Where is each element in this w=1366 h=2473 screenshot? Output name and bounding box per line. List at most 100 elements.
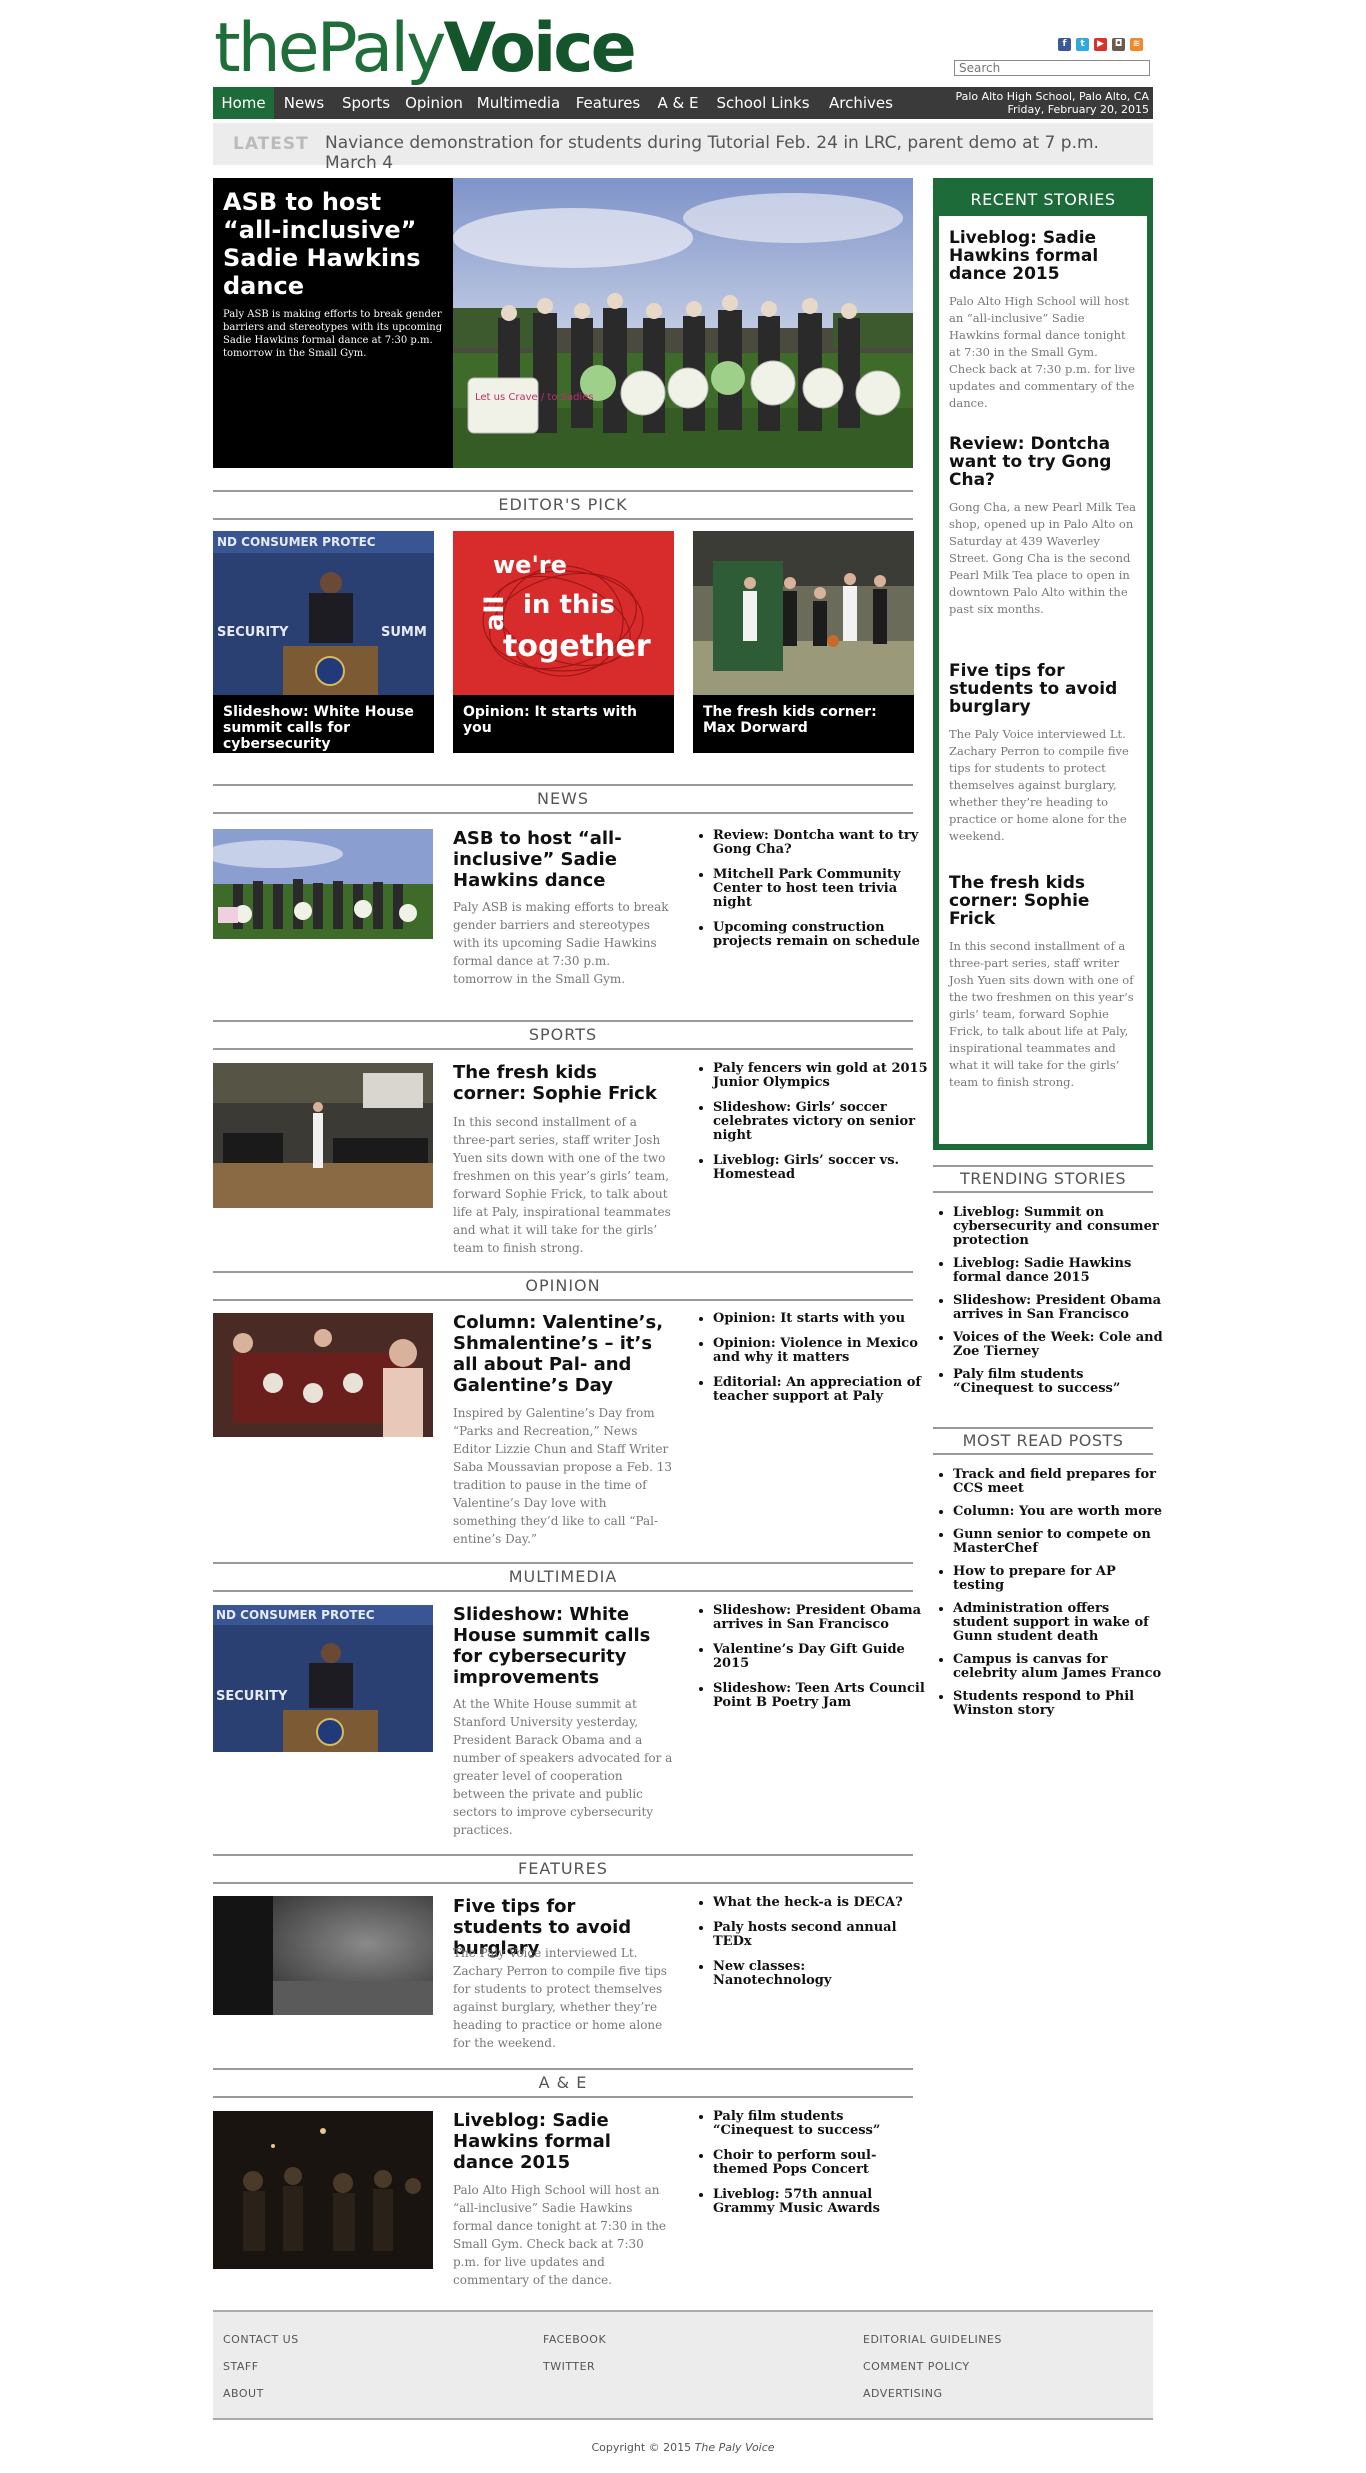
list-item[interactable]: Students respond to Phil Winston story — [953, 1690, 1168, 1718]
recent-story-title[interactable]: Review: Dontcha want to try Gong Cha? — [949, 435, 1137, 489]
nav-ae[interactable]: A & E — [649, 87, 707, 119]
editors-pick-image: we're all in this together — [453, 531, 674, 695]
trending-list: Liveblog: Summit on cybersecurity and co… — [933, 1206, 1168, 1405]
nav-school-links[interactable]: School Links — [707, 87, 819, 119]
instagram-icon[interactable]: ◘ — [1112, 38, 1125, 51]
list-item[interactable]: Administration offers student support in… — [953, 1602, 1168, 1644]
list-item[interactable]: Valentine’s Day Gift Guide 2015 — [713, 1643, 928, 1671]
list-item[interactable]: Voices of the Week: Cole and Zoe Tierney — [953, 1331, 1168, 1359]
editors-pick-caption[interactable]: The fresh kids corner: Max Dorward — [693, 695, 914, 753]
list-item[interactable]: New classes: Nanotechnology — [713, 1960, 928, 1988]
list-item[interactable]: Editorial: An appreciation of teacher su… — [713, 1376, 928, 1404]
nav-multimedia[interactable]: Multimedia — [470, 87, 567, 119]
facebook-icon[interactable]: f — [1058, 38, 1071, 51]
ae-image[interactable] — [213, 2111, 433, 2269]
news-title[interactable]: ASB to host “all-inclusive” Sadie Hawkin… — [453, 828, 668, 891]
hero-text-box[interactable]: ASB to host “all-inclusive” Sadie Hawkin… — [213, 178, 453, 468]
rss-icon[interactable]: ≋ — [1130, 38, 1143, 51]
section-heading-editors-pick: EDITOR'S PICK — [213, 490, 913, 520]
editors-pick-item[interactable]: The fresh kids corner: Max Dorward — [693, 531, 914, 753]
sports-title[interactable]: The fresh kids corner: Sophie Frick — [453, 1062, 668, 1104]
list-item[interactable]: Campus is canvas for celebrity alum Jame… — [953, 1653, 1168, 1681]
list-item[interactable]: Opinion: It starts with you — [713, 1312, 928, 1326]
opinion-title[interactable]: Column: Valentine’s, Shmalentine’s – it’… — [453, 1312, 668, 1396]
hero-summary: Paly ASB is making efforts to break gend… — [223, 309, 443, 359]
nav-features[interactable]: Features — [567, 87, 649, 119]
section-heading-opinion: OPINION — [213, 1271, 913, 1301]
editors-pick-item[interactable]: we're all in this together Opinion: It s… — [453, 531, 674, 753]
recent-story: Review: Dontcha want to try Gong Cha? Go… — [949, 435, 1137, 618]
list-item[interactable]: Paly hosts second annual TEDx — [713, 1921, 928, 1949]
footer-link-contact[interactable]: CONTACT US — [223, 2326, 299, 2353]
list-item[interactable]: Slideshow: Girls’ soccer celebrates vict… — [713, 1101, 928, 1143]
list-item[interactable]: Upcoming construction projects remain on… — [713, 921, 928, 949]
list-item[interactable]: Choir to perform soul-themed Pops Concer… — [713, 2149, 928, 2177]
nav-news[interactable]: News — [274, 87, 334, 119]
multimedia-image[interactable]: ND CONSUMER PROTEC SECURITY — [213, 1605, 433, 1752]
most-read-heading: MOST READ POSTS — [933, 1427, 1153, 1455]
news-image[interactable] — [213, 829, 433, 939]
site-logo[interactable]: thePalyVoice — [214, 14, 637, 84]
recent-story-title[interactable]: Liveblog: Sadie Hawkins formal dance 201… — [949, 229, 1137, 283]
list-item[interactable]: Liveblog: Girls’ soccer vs. Homestead — [713, 1154, 928, 1182]
ae-summary: Palo Alto High School will host an “all-… — [453, 2183, 667, 2287]
list-item[interactable]: How to prepare for AP testing — [953, 1565, 1168, 1593]
footer-link-twitter[interactable]: TWITTER — [543, 2353, 606, 2380]
list-item[interactable]: Review: Dontcha want to try Gong Cha? — [713, 829, 928, 857]
footer-link-facebook[interactable]: FACEBOOK — [543, 2326, 606, 2353]
list-item[interactable]: Slideshow: President Obama arrives in Sa… — [953, 1294, 1168, 1322]
school-location: Palo Alto High School, Palo Alto, CA — [955, 90, 1149, 103]
ae-title[interactable]: Liveblog: Sadie Hawkins formal dance 201… — [453, 2110, 668, 2173]
opinion-image[interactable] — [213, 1313, 433, 1437]
logo-voice: Voice — [443, 9, 636, 88]
logo-we-are: we're — [493, 551, 567, 579]
multimedia-title[interactable]: Slideshow: White House summit calls for … — [453, 1604, 668, 1688]
list-item[interactable]: Opinion: Violence in Mexico and why it m… — [713, 1337, 928, 1365]
hero-image[interactable]: Let us Crave / to Sadies — [453, 178, 913, 468]
list-item[interactable]: Gunn senior to compete on MasterChef — [953, 1528, 1168, 1556]
list-item[interactable]: Track and field prepares for CCS meet — [953, 1468, 1168, 1496]
list-item[interactable]: Mitchell Park Community Center to host t… — [713, 868, 928, 910]
latest-label: LATEST — [233, 134, 309, 154]
search-input[interactable] — [954, 60, 1150, 76]
list-item[interactable]: Slideshow: President Obama arrives in Sa… — [713, 1604, 928, 1632]
recent-story-title[interactable]: Five tips for students to avoid burglary — [949, 662, 1137, 716]
section-heading-multimedia: MULTIMEDIA — [213, 1562, 913, 1592]
recent-story-summary: Gong Cha, a new Pearl Milk Tea shop, ope… — [949, 500, 1137, 616]
editors-pick-item[interactable]: ND CONSUMER PROTEC SECURITY SUMM Slidesh… — [213, 531, 434, 753]
recent-story-summary: The Paly Voice interviewed Lt. Zachary P… — [949, 727, 1129, 843]
list-item[interactable]: Paly film students “Cinequest to success… — [713, 2110, 928, 2138]
list-item[interactable]: What the heck-a is DECA? — [713, 1896, 928, 1910]
sports-image[interactable] — [213, 1063, 433, 1208]
nav-home[interactable]: Home — [213, 87, 274, 119]
list-item[interactable]: Paly film students “Cinequest to success… — [953, 1368, 1168, 1396]
footer: CONTACT US STAFF ABOUT FACEBOOK TWITTER … — [213, 2310, 1153, 2420]
features-image[interactable] — [213, 1896, 433, 2015]
list-item[interactable]: Liveblog: 57th annual Grammy Music Award… — [713, 2188, 928, 2216]
recent-story-title[interactable]: The fresh kids corner: Sophie Frick — [949, 874, 1137, 928]
footer-link-editorial-guidelines[interactable]: EDITORIAL GUIDELINES — [863, 2326, 1002, 2353]
list-item[interactable]: Paly fencers win gold at 2015 Junior Oly… — [713, 1062, 928, 1090]
news-links: Review: Dontcha want to try Gong Cha? Mi… — [698, 829, 928, 960]
hero-title[interactable]: ASB to host “all-inclusive” Sadie Hawkin… — [223, 188, 445, 300]
youtube-icon[interactable]: ▶ — [1094, 38, 1107, 51]
latest-headline[interactable]: Naviance demonstration for students duri… — [325, 133, 1153, 173]
editors-pick-caption[interactable]: Slideshow: White House summit calls for … — [213, 695, 434, 753]
footer-link-advertising[interactable]: ADVERTISING — [863, 2380, 1002, 2407]
section-heading-features: FEATURES — [213, 1854, 913, 1884]
footer-link-about[interactable]: ABOUT — [223, 2380, 299, 2407]
twitter-icon[interactable]: t — [1076, 38, 1089, 51]
nav-archives[interactable]: Archives — [819, 87, 903, 119]
list-item[interactable]: Liveblog: Sadie Hawkins formal dance 201… — [953, 1257, 1168, 1285]
hero-sign-text: Let us Crave / to Sadies — [475, 392, 594, 403]
list-item[interactable]: Slideshow: Teen Arts Council Point B Poe… — [713, 1682, 928, 1710]
list-item[interactable]: Column: You are worth more — [953, 1505, 1168, 1519]
nav-opinion[interactable]: Opinion — [398, 87, 470, 119]
footer-link-staff[interactable]: STAFF — [223, 2353, 299, 2380]
features-summary: The Paly Voice interviewed Lt. Zachary P… — [453, 1946, 667, 2050]
footer-link-comment-policy[interactable]: COMMENT POLICY — [863, 2353, 1002, 2380]
nav-sports[interactable]: Sports — [334, 87, 398, 119]
logo-all: all — [480, 596, 510, 631]
list-item[interactable]: Liveblog: Summit on cybersecurity and co… — [953, 1206, 1168, 1248]
editors-pick-caption[interactable]: Opinion: It starts with you — [453, 695, 674, 753]
